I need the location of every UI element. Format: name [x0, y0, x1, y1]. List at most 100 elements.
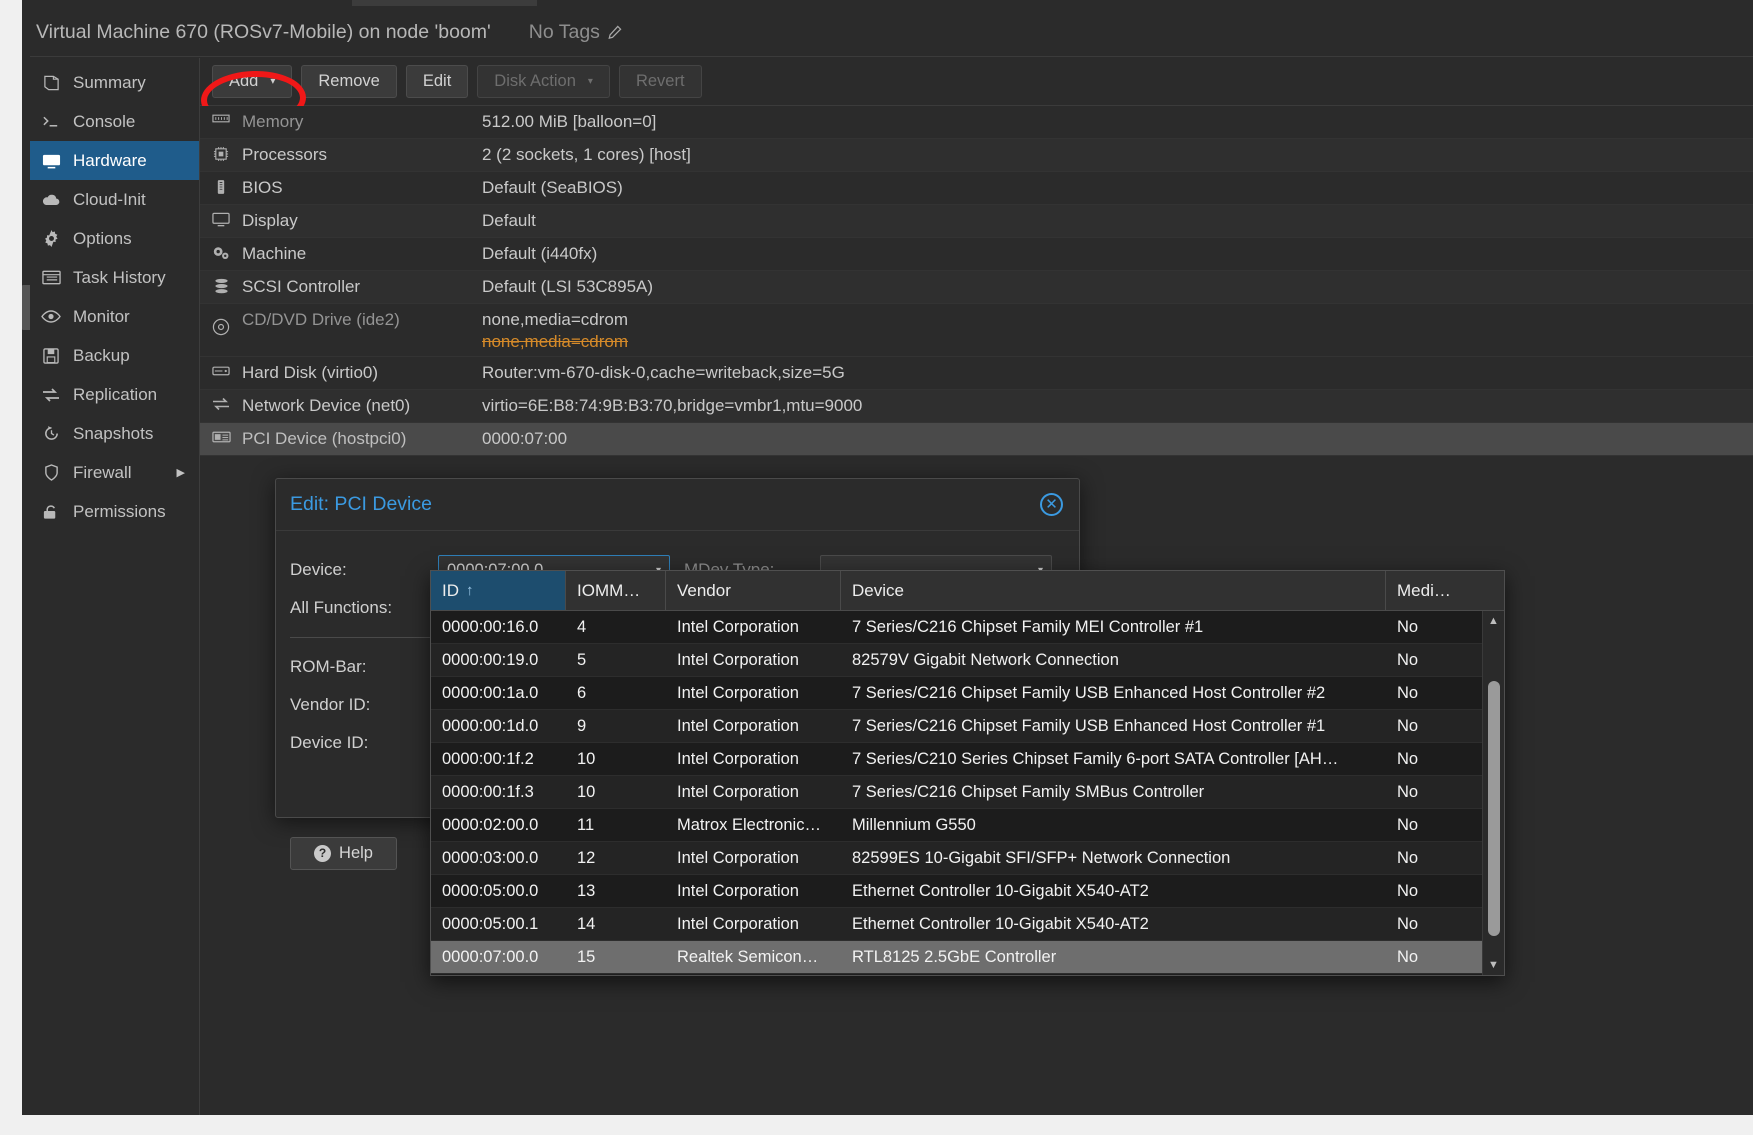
caret-down-icon[interactable]: ▼	[1483, 955, 1504, 975]
column-header-mediated[interactable]: Medi…	[1386, 571, 1481, 610]
table-row[interactable]: PCI Device (hostpci0) 0000:07:00	[200, 423, 1753, 456]
cell-iommu: 12	[577, 848, 596, 867]
cell-device: 7 Series/C216 Chipset Family SMBus Contr…	[852, 782, 1205, 801]
disk-action-button-label: Disk Action	[494, 72, 576, 90]
cloud-icon	[40, 190, 62, 210]
add-button[interactable]: Add ▾	[212, 65, 293, 98]
cogs-icon	[200, 238, 242, 261]
list-item[interactable]: 0000:05:00.1 14 Intel Corporation Ethern…	[431, 908, 1482, 941]
hw-value: virtio=6E:B8:74:9B:B3:70,bridge=vmbr1,mt…	[482, 396, 863, 415]
column-header-label: ID	[442, 580, 459, 600]
column-header-iommu[interactable]: IOMM…	[566, 571, 666, 610]
tags-area[interactable]: No Tags	[529, 21, 622, 44]
column-header-vendor[interactable]: Vendor	[666, 571, 841, 610]
list-item[interactable]: 0000:00:19.0 5 Intel Corporation 82579V …	[431, 644, 1482, 677]
table-row[interactable]: Network Device (net0) virtio=6E:B8:74:9B…	[200, 390, 1753, 423]
table-row[interactable]: Hard Disk (virtio0) Router:vm-670-disk-0…	[200, 357, 1753, 390]
list-item[interactable]: 0000:00:16.0 4 Intel Corporation 7 Serie…	[431, 611, 1482, 644]
hw-value: 0000:07:00	[482, 429, 568, 448]
table-row[interactable]: Processors 2 (2 sockets, 1 cores) [host]	[200, 139, 1753, 172]
sidebar-item-replication[interactable]: Replication	[30, 375, 199, 414]
table-row[interactable]: Display Default	[200, 205, 1753, 238]
remove-button[interactable]: Remove	[301, 65, 397, 98]
sidebar-item-label: Options	[73, 228, 132, 248]
cell-mediated: No	[1397, 881, 1419, 900]
column-header-label: Vendor	[677, 580, 731, 600]
revert-button-label: Revert	[635, 72, 685, 90]
list-item[interactable]: 0000:03:00.0 12 Intel Corporation 82599E…	[431, 842, 1482, 875]
gear-icon	[40, 229, 62, 249]
table-row[interactable]: CD/DVD Drive (ide2) none,media=cdrom non…	[200, 304, 1753, 357]
scrollbar-thumb[interactable]	[1488, 681, 1500, 936]
table-row[interactable]: BIOS Default (SeaBIOS)	[200, 172, 1753, 205]
hw-value: Router:vm-670-disk-0,cache=writeback,siz…	[482, 363, 845, 382]
sidebar-item-firewall[interactable]: Firewall ▶	[30, 453, 199, 492]
proxmox-window: Virtual Machine 670 (ROSv7-Mobile) on no…	[0, 0, 1753, 1135]
caret-up-icon[interactable]: ▲	[1483, 611, 1504, 631]
list-icon	[40, 268, 62, 288]
list-item[interactable]: 0000:00:1f.2 10 Intel Corporation 7 Seri…	[431, 743, 1482, 776]
vendor-id-label: Vendor ID:	[290, 695, 371, 714]
table-row[interactable]: Machine Default (i440fx)	[200, 238, 1753, 271]
grid-scrollbar[interactable]: ▲ ▼	[1482, 611, 1504, 975]
cell-device: 7 Series/C216 Chipset Family USB Enhance…	[852, 683, 1326, 702]
hw-key: BIOS	[242, 178, 283, 197]
sidebar-item-options[interactable]: Options	[30, 219, 199, 258]
chevron-right-icon: ▶	[176, 467, 185, 479]
list-item[interactable]: 0000:02:00.0 11 Matrox Electronic… Mille…	[431, 809, 1482, 842]
list-item[interactable]: 0000:00:1a.0 6 Intel Corporation 7 Serie…	[431, 677, 1482, 710]
list-item[interactable]: 0000:00:1f.3 10 Intel Corporation 7 Seri…	[431, 776, 1482, 809]
close-icon[interactable]: ✕	[1040, 493, 1063, 516]
dialog-header: Edit: PCI Device ✕	[276, 479, 1079, 531]
cell-vendor: Intel Corporation	[677, 914, 799, 933]
hw-key: PCI Device (hostpci0)	[242, 429, 407, 448]
hw-key: SCSI Controller	[242, 277, 361, 296]
sidebar-item-cloud-init[interactable]: Cloud-Init	[30, 180, 199, 219]
column-header-id[interactable]: ID ↑	[431, 571, 566, 610]
hardware-toolbar: Add ▾ Remove Edit Disk Action ▾ Revert	[200, 58, 1753, 129]
sidebar-item-permissions[interactable]: Permissions	[30, 492, 199, 531]
sidebar-item-monitor[interactable]: Monitor	[30, 297, 199, 336]
cell-id: 0000:00:1d.0	[442, 716, 539, 735]
rom-bar-label: ROM-Bar:	[290, 657, 367, 676]
cell-id: 0000:03:00.0	[442, 848, 539, 867]
column-header-device[interactable]: Device	[841, 571, 1386, 610]
help-button[interactable]: ? Help	[290, 837, 397, 870]
cell-id: 0000:02:00.0	[442, 815, 539, 834]
cell-vendor: Intel Corporation	[677, 782, 799, 801]
cell-iommu: 6	[577, 683, 587, 702]
disk-action-button[interactable]: Disk Action ▾	[477, 65, 610, 98]
sidebar-item-task-history[interactable]: Task History	[30, 258, 199, 297]
pencil-icon[interactable]	[607, 25, 622, 40]
cell-iommu: 10	[577, 782, 596, 801]
device-id-label: Device ID:	[290, 733, 369, 752]
cell-device: Millennium G550	[852, 815, 976, 834]
sidebar-item-snapshots[interactable]: Snapshots	[30, 414, 199, 453]
cell-id: 0000:07:00.0	[442, 947, 539, 966]
sidebar-item-summary[interactable]: Summary	[30, 63, 199, 102]
cell-iommu: 5	[577, 650, 587, 669]
sidebar-item-hardware[interactable]: Hardware	[30, 141, 199, 180]
sidebar-item-backup[interactable]: Backup	[30, 336, 199, 375]
table-row[interactable]: Memory 512.00 MiB [balloon=0]	[200, 106, 1753, 139]
revert-button[interactable]: Revert	[618, 65, 702, 98]
hw-key: Hard Disk (virtio0)	[242, 363, 379, 382]
list-item[interactable]: 0000:07:00.0 15 Realtek Semicon… RTL8125…	[431, 941, 1482, 974]
table-row[interactable]: SCSI Controller Default (LSI 53C895A)	[200, 271, 1753, 304]
sidebar-item-console[interactable]: Console	[30, 102, 199, 141]
edit-button[interactable]: Edit	[405, 65, 469, 98]
hw-key: Memory	[242, 112, 304, 131]
floppy-icon	[40, 346, 62, 366]
hw-value: Default (LSI 53C895A)	[482, 277, 654, 296]
hardware-list: Memory 512.00 MiB [balloon=0] Processors…	[200, 106, 1753, 456]
list-item[interactable]: 0000:05:00.0 13 Intel Corporation Ethern…	[431, 875, 1482, 908]
cell-mediated: No	[1397, 947, 1419, 966]
top-strip	[22, 0, 1753, 8]
cell-iommu: 13	[577, 881, 596, 900]
chevron-down-icon: ▾	[270, 76, 276, 87]
replication-icon	[40, 385, 62, 405]
tags-label: No Tags	[528, 20, 600, 43]
cell-iommu: 9	[577, 716, 587, 735]
list-item[interactable]: 0000:00:1d.0 9 Intel Corporation 7 Serie…	[431, 710, 1482, 743]
cell-device: 82599ES 10-Gigabit SFI/SFP+ Network Conn…	[852, 848, 1231, 867]
